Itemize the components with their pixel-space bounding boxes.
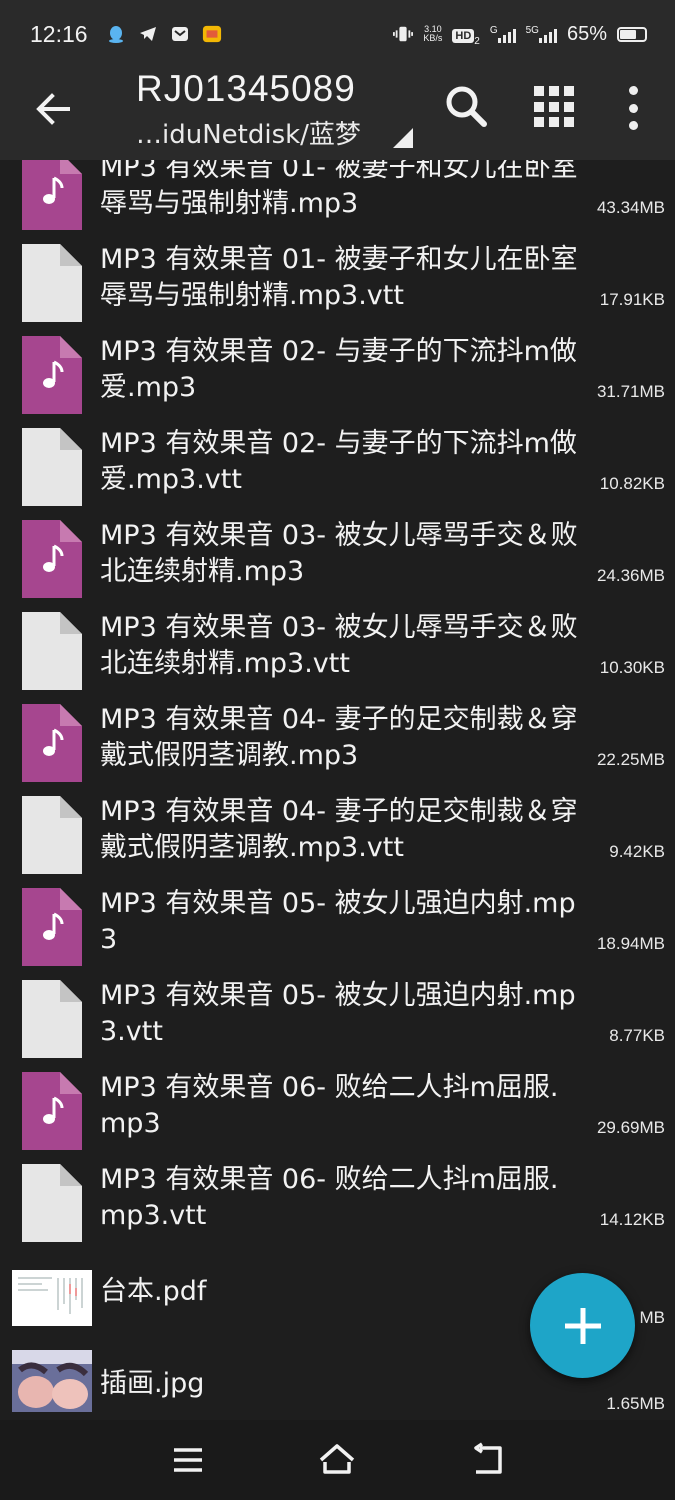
back-icon — [474, 1442, 502, 1474]
audio-file-icon — [22, 520, 82, 598]
nav-home-button[interactable] — [317, 1440, 357, 1480]
file-row[interactable]: MP3 有效果音 01- 被妻子和女儿在卧室辱骂与强制射精.mp3.vtt 17.… — [0, 244, 675, 336]
file-name: MP3 有效果音 01- 被妻子和女儿在卧室辱骂与强制射精.mp3.vtt — [100, 244, 578, 311]
app-toolbar: RJ01345089 …iduNetdisk/蓝梦 — [0, 68, 675, 160]
add-fab-button[interactable] — [530, 1273, 635, 1378]
file-size: 8.77KB — [609, 1026, 665, 1045]
file-name: 插画.jpg — [100, 1368, 205, 1399]
battery-percent: 65% — [566, 22, 607, 45]
file-row[interactable]: MP3 有效果音 01- 被妻子和女儿在卧室辱骂与强制射精.mp3 43.34MB — [0, 160, 675, 244]
file-name: MP3 有效果音 05- 被女儿强迫内射.mp3.vtt — [100, 980, 576, 1047]
file-size: 22.25MB — [596, 750, 665, 769]
file-name: MP3 有效果音 03- 被女儿辱骂手交＆败北连续射精.mp3.vtt — [100, 612, 578, 679]
signal-strength-2: 5G — [526, 25, 557, 43]
audio-file-icon — [22, 704, 82, 782]
file-name: MP3 有效果音 06- 败给二人抖m屈服.mp3 — [100, 1072, 559, 1139]
file-row[interactable]: MP3 有效果音 04- 妻子的足交制裁＆穿戴式假阴茎调教.mp3 22.25MB — [0, 704, 675, 796]
file-name: MP3 有效果音 06- 败给二人抖m屈服.mp3.vtt — [100, 1164, 559, 1231]
file-name: 台本.pdf — [100, 1276, 207, 1307]
search-button[interactable] — [442, 82, 492, 132]
grid-view-button[interactable] — [534, 86, 576, 128]
pdf-thumbnail-icon — [12, 1270, 92, 1326]
system-nav-bar — [0, 1420, 675, 1500]
telegram-notification-icon — [138, 24, 158, 44]
document-file-icon — [22, 612, 82, 690]
hd-voice-badge: HD 2 — [452, 21, 480, 47]
file-name: MP3 有效果音 04- 妻子的足交制裁＆穿戴式假阴茎调教.mp3.vtt — [100, 796, 578, 863]
file-row[interactable]: MP3 有效果音 06- 败给二人抖m屈服.mp3.vtt 14.12KB — [0, 1164, 675, 1256]
home-icon — [319, 1444, 355, 1474]
file-row[interactable]: MP3 有效果音 04- 妻子的足交制裁＆穿戴式假阴茎调教.mp3.vtt 9.4… — [0, 796, 675, 888]
file-size: 17.91KB — [599, 290, 665, 309]
signal-strength-1: G — [490, 25, 516, 43]
file-row[interactable]: MP3 有效果音 03- 被女儿辱骂手交＆败北连续射精.mp3.vtt 10.30… — [0, 612, 675, 704]
nav-menu-button[interactable] — [168, 1440, 208, 1480]
document-file-icon — [22, 244, 82, 322]
file-name: MP3 有效果音 02- 与妻子的下流抖m做爱.mp3.vtt — [100, 428, 577, 495]
image-thumbnail-icon — [12, 1350, 92, 1412]
file-list[interactable]: MP3 有效果音 01- 被妻子和女儿在卧室辱骂与强制射精.mp3 43.34MB… — [0, 160, 675, 1420]
document-file-icon — [22, 428, 82, 506]
file-row[interactable]: MP3 有效果音 06- 败给二人抖m屈服.mp3 29.69MB — [0, 1072, 675, 1164]
file-size: MB — [639, 1308, 666, 1327]
file-size: 10.82KB — [599, 474, 665, 493]
file-size: 9.42KB — [609, 842, 665, 861]
signal-bars-icon — [538, 25, 557, 43]
battery-icon — [617, 26, 647, 42]
audio-file-icon — [22, 1072, 82, 1150]
file-size: 43.34MB — [596, 198, 665, 217]
file-size: 18.94MB — [596, 934, 665, 953]
file-size: 14.12KB — [599, 1210, 665, 1229]
file-name: MP3 有效果音 02- 与妻子的下流抖m做爱.mp3 — [100, 336, 577, 403]
back-button[interactable] — [30, 86, 76, 132]
file-size: 1.65MB — [606, 1394, 665, 1413]
file-row[interactable]: MP3 有效果音 05- 被女儿强迫内射.mp3 18.94MB — [0, 888, 675, 980]
network-speed: 3.10 KB/s — [423, 24, 443, 43]
file-row[interactable]: MP3 有效果音 02- 与妻子的下流抖m做爱.mp3.vtt 10.82KB — [0, 428, 675, 520]
arrow-left-icon — [36, 93, 70, 125]
vibrate-icon — [393, 24, 414, 44]
file-size: 29.69MB — [596, 1118, 665, 1137]
clock: 12:16 — [30, 20, 88, 47]
document-file-icon — [22, 1164, 82, 1242]
document-file-icon — [22, 796, 82, 874]
file-name: MP3 有效果音 01- 被妻子和女儿在卧室辱骂与强制射精.mp3 — [100, 160, 578, 219]
more-options-button[interactable] — [626, 86, 640, 130]
more-vertical-icon — [628, 86, 638, 95]
folder-path[interactable]: …iduNetdisk/蓝梦 — [136, 114, 361, 151]
mail-notification-icon — [170, 24, 190, 44]
menu-icon — [174, 1448, 202, 1472]
status-bar: 12:16 3.10 KB/s HD 2 G 5G 65% — [0, 0, 675, 68]
audio-file-icon — [22, 336, 82, 414]
file-name: MP3 有效果音 03- 被女儿辱骂手交＆败北连续射精.mp3 — [100, 520, 578, 587]
file-name: MP3 有效果音 05- 被女儿强迫内射.mp3 — [100, 888, 576, 955]
audio-file-icon — [22, 160, 82, 230]
nav-back-button[interactable] — [468, 1440, 508, 1480]
plus-icon — [564, 1307, 601, 1344]
qq-notification-icon — [106, 24, 126, 44]
file-size: 24.36MB — [596, 566, 665, 585]
file-name: MP3 有效果音 04- 妻子的足交制裁＆穿戴式假阴茎调教.mp3 — [100, 704, 578, 771]
file-row[interactable]: MP3 有效果音 03- 被女儿辱骂手交＆败北连续射精.mp3 24.36MB — [0, 520, 675, 612]
file-size: 10.30KB — [599, 658, 665, 677]
audio-file-icon — [22, 888, 82, 966]
file-row[interactable]: MP3 有效果音 05- 被女儿强迫内射.mp3.vtt 8.77KB — [0, 980, 675, 1072]
file-row[interactable]: MP3 有效果音 02- 与妻子的下流抖m做爱.mp3 31.71MB — [0, 336, 675, 428]
file-size: 31.71MB — [596, 382, 665, 401]
signal-bars-icon — [497, 25, 516, 43]
search-icon — [446, 86, 487, 127]
app-notification-icon — [202, 24, 222, 44]
document-file-icon — [22, 980, 82, 1058]
path-dropdown-icon[interactable] — [393, 128, 413, 148]
folder-title: RJ01345089 — [136, 68, 356, 109]
